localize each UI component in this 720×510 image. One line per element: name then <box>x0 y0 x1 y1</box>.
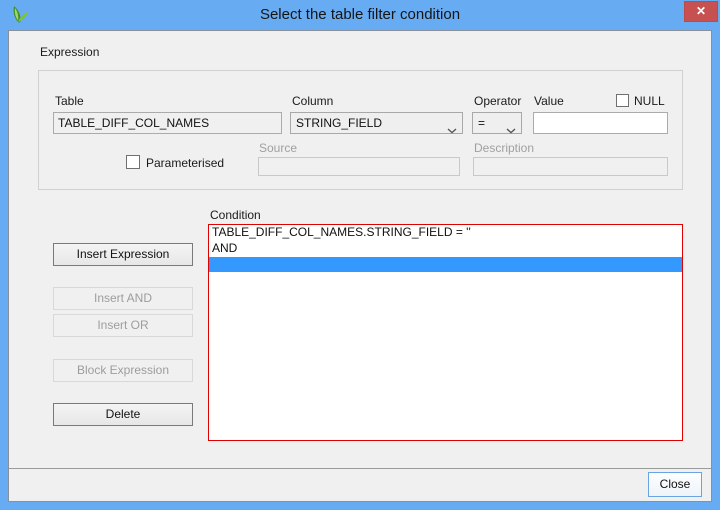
chevron-down-icon <box>447 120 457 140</box>
dialog-body: Expression Table TABLE_DIFF_COL_NAMES Co… <box>8 30 712 502</box>
operator-dropdown[interactable]: = <box>472 112 522 134</box>
column-dropdown-value: STRING_FIELD <box>296 116 382 130</box>
close-button[interactable]: Close <box>648 472 702 497</box>
condition-row[interactable]: AND <box>209 241 682 257</box>
column-label: Column <box>292 94 333 108</box>
dialog-window: Select the table filter condition ✕ Expr… <box>0 0 720 510</box>
operator-label: Operator <box>474 94 521 108</box>
footer-bar <box>9 468 711 501</box>
value-label: Value <box>534 94 564 108</box>
description-field <box>473 157 668 176</box>
delete-button[interactable]: Delete <box>53 403 193 426</box>
parameterised-checkbox[interactable] <box>126 155 140 169</box>
insert-and-button[interactable]: Insert AND <box>53 287 193 310</box>
chevron-down-icon <box>506 120 516 140</box>
close-icon[interactable]: ✕ <box>684 1 718 22</box>
parameterised-checkbox-label: Parameterised <box>146 156 224 170</box>
value-input[interactable] <box>533 112 668 134</box>
table-label: Table <box>55 94 84 108</box>
operator-dropdown-value: = <box>478 116 485 130</box>
table-field[interactable]: TABLE_DIFF_COL_NAMES <box>53 112 282 134</box>
condition-list[interactable]: TABLE_DIFF_COL_NAMES.STRING_FIELD = '' A… <box>208 224 683 441</box>
null-checkbox[interactable] <box>616 94 629 107</box>
condition-row-selected[interactable] <box>209 257 682 272</box>
column-dropdown[interactable]: STRING_FIELD <box>290 112 463 134</box>
source-field <box>258 157 460 176</box>
null-checkbox-label: NULL <box>634 94 665 108</box>
condition-label: Condition <box>210 208 261 222</box>
source-label: Source <box>259 141 297 155</box>
insert-expression-button[interactable]: Insert Expression <box>53 243 193 266</box>
condition-row[interactable]: TABLE_DIFF_COL_NAMES.STRING_FIELD = '' <box>209 225 682 241</box>
insert-or-button[interactable]: Insert OR <box>53 314 193 337</box>
block-expression-button[interactable]: Block Expression <box>53 359 193 382</box>
description-label: Description <box>474 141 534 155</box>
titlebar: Select the table filter condition ✕ <box>0 0 720 30</box>
window-title: Select the table filter condition <box>0 0 720 30</box>
expression-group-label: Expression <box>40 45 99 59</box>
